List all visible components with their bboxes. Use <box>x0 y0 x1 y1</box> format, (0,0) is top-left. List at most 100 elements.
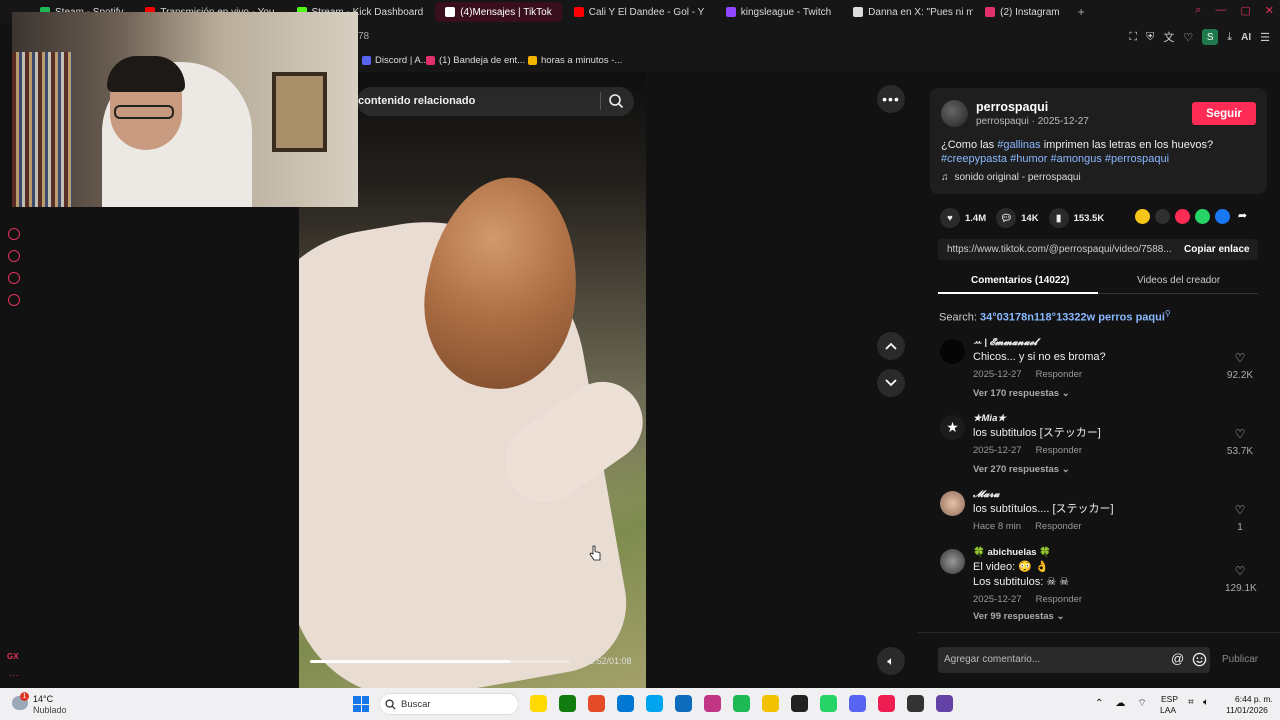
clock-time[interactable]: 6:44 p. m. <box>1235 694 1273 704</box>
comment-username[interactable]: ꕀ | 𝓔𝓶𝓶𝓪𝓷𝓾𝓮𝓵 <box>973 337 1037 348</box>
network-icon[interactable]: ⌔ <box>1137 697 1146 710</box>
share-arrow-icon[interactable]: ➦ <box>1235 209 1250 224</box>
screenshot-icon[interactable]: ⛶ <box>1129 31 1137 44</box>
volume-button[interactable]: 🔈︎ <box>877 647 905 675</box>
friends-share-icon[interactable] <box>1135 209 1150 224</box>
comment-avatar[interactable]: ★ <box>940 415 965 440</box>
taskbar-app-icon[interactable] <box>646 695 663 712</box>
view-replies-button[interactable]: Ver 170 respuestas ⌄ <box>973 388 1070 399</box>
onedrive-icon[interactable]: ☁ <box>1115 698 1125 709</box>
search-icon[interactable]: ⌕ <box>1195 4 1201 17</box>
new-tab-button[interactable]: + <box>1078 5 1085 19</box>
weather-desc[interactable]: Nublado <box>33 705 67 715</box>
search-query[interactable]: 34°03178n118°13322w perros paqui <box>980 312 1165 324</box>
mention-button[interactable]: @ <box>1171 651 1184 666</box>
maximize-icon[interactable]: ▢ <box>1240 4 1250 17</box>
comment-like-button[interactable]: ♡ 92.2K <box>1225 349 1255 381</box>
taskbar-search[interactable] <box>379 693 519 715</box>
previous-video-button[interactable] <box>877 332 905 360</box>
reply-button[interactable]: Responder <box>1036 594 1082 605</box>
related-search-label[interactable]: contenido relacionado <box>358 95 475 107</box>
clock-icon[interactable] <box>8 250 20 262</box>
translate-icon[interactable]: 文 <box>1163 29 1174 45</box>
taskbar-app-icon[interactable] <box>704 695 721 712</box>
browser-tab[interactable]: Cali Y El Dandee - Gol - Y <box>564 2 714 22</box>
browser-tab[interactable]: kingsleague - Twitch <box>716 2 841 22</box>
wifi-icon[interactable]: ⌗ <box>1188 697 1194 708</box>
follow-button[interactable]: Seguir <box>1192 102 1256 125</box>
save-stat[interactable]: ▮ 153.5K <box>1048 208 1104 228</box>
view-replies-button[interactable]: Ver 99 respuestas ⌄ <box>973 611 1064 622</box>
view-replies-button[interactable]: Ver 270 respuestas ⌄ <box>973 464 1070 475</box>
taskbar-app-icon[interactable] <box>907 695 924 712</box>
close-icon[interactable]: ✕ <box>1265 4 1274 17</box>
taskbar-app-icon[interactable] <box>733 695 750 712</box>
comment-like-button[interactable]: ♡ 53.7K <box>1225 425 1255 457</box>
send-icon[interactable] <box>8 272 20 284</box>
whatsapp-icon[interactable] <box>1195 209 1210 224</box>
sound-link[interactable]: ♫ sonido original - perrospaqui <box>941 172 1081 183</box>
embed-icon[interactable] <box>1155 209 1170 224</box>
download-icon[interactable]: ⤓ <box>1227 31 1232 44</box>
related-search[interactable]: Search: 34°03178n118°13322w perros paqui… <box>939 309 1171 324</box>
address-text[interactable]: 78 <box>358 31 369 42</box>
like-stat[interactable]: ♥ 1.4M <box>940 208 986 228</box>
browser-tab[interactable]: Danna en X: "Pues ni mod <box>843 2 973 22</box>
comment-username[interactable]: 𝓜𝓪𝓻𝓾 <box>973 489 999 500</box>
hashtag-links[interactable]: #creepypasta #humor #amongus #perrospaqu… <box>941 153 1169 165</box>
profile-avatar[interactable]: S <box>1202 29 1219 45</box>
taskbar-app-icon[interactable] <box>559 695 576 712</box>
publish-button[interactable]: Publicar <box>1222 654 1258 665</box>
taskbar-app-icon[interactable] <box>936 695 953 712</box>
taskbar-app-icon[interactable] <box>675 695 692 712</box>
comment-like-button[interactable]: ♡ 129.1K <box>1225 562 1257 594</box>
comment-like-button[interactable]: ♡ 1 <box>1225 501 1255 533</box>
reply-button[interactable]: Responder <box>1035 521 1081 532</box>
browser-tab[interactable]: (4)Mensajes | TikTok <box>435 2 562 22</box>
copy-link-button[interactable]: Copiar enlace <box>1184 244 1250 255</box>
settings-icon[interactable] <box>8 294 20 306</box>
taskbar-search-label[interactable]: Buscar <box>401 699 431 710</box>
emoji-icon[interactable] <box>1192 652 1207 667</box>
send-share-icon[interactable] <box>1175 209 1190 224</box>
comment-avatar[interactable] <box>940 491 965 516</box>
start-button[interactable] <box>353 696 369 712</box>
reply-button[interactable]: Responder <box>1036 369 1082 380</box>
search-icon[interactable] <box>608 93 624 109</box>
menu-icon[interactable]: ☰ <box>1260 31 1270 44</box>
bookmark-item[interactable]: Discord | A... <box>362 55 429 66</box>
clock-date[interactable]: 11/01/2026 <box>1226 705 1268 715</box>
video-progress-bar[interactable] <box>310 660 570 663</box>
reply-button[interactable]: Responder <box>1036 445 1082 456</box>
taskbar-app-icon[interactable] <box>878 695 895 712</box>
bookmark-item[interactable]: (1) Bandeja de ent... <box>426 55 525 66</box>
ai-button[interactable]: AI <box>1241 32 1251 43</box>
minimize-icon[interactable]: — <box>1215 4 1226 17</box>
video-link[interactable]: https://www.tiktok.com/@perrospaqui/vide… <box>947 244 1173 255</box>
hashtag-link[interactable]: #gallinas <box>997 139 1040 151</box>
tab-creator-videos[interactable]: Videos del creador <box>1137 275 1220 286</box>
author-name[interactable]: perrospaqui <box>976 100 1048 114</box>
author-avatar[interactable] <box>941 100 968 127</box>
comment-avatar[interactable] <box>940 339 965 364</box>
next-video-button[interactable] <box>877 369 905 397</box>
more-icon[interactable]: ··· <box>9 670 19 681</box>
speaker-icon[interactable]: 🔈︎ <box>1203 697 1209 708</box>
comment-username[interactable]: 🍀 abichuelas 🍀 <box>973 547 1051 558</box>
facebook-icon[interactable] <box>1215 209 1230 224</box>
taskbar-app-icon[interactable] <box>617 695 634 712</box>
language-code[interactable]: ESP <box>1161 694 1178 704</box>
chevron-up-icon[interactable]: ⌃ <box>1095 698 1103 709</box>
heart-icon[interactable]: ♡ <box>1183 31 1193 44</box>
taskbar-app-icon[interactable] <box>849 695 866 712</box>
layout-code[interactable]: LAA <box>1160 705 1176 715</box>
taskbar-app-icon[interactable] <box>530 695 547 712</box>
browser-tab[interactable]: (2) Instagram <box>975 2 1069 22</box>
comment-username[interactable]: ★Mia★ <box>973 413 1006 424</box>
taskbar-app-icon[interactable] <box>588 695 605 712</box>
comment-avatar[interactable] <box>940 549 965 574</box>
weather-temp[interactable]: 14°C <box>33 694 53 704</box>
shield-icon[interactable]: ⛨ <box>1146 31 1154 44</box>
comment-stat[interactable]: 💬︎ 14K <box>996 208 1039 228</box>
tab-comments[interactable]: Comentarios (14022) <box>971 275 1069 286</box>
